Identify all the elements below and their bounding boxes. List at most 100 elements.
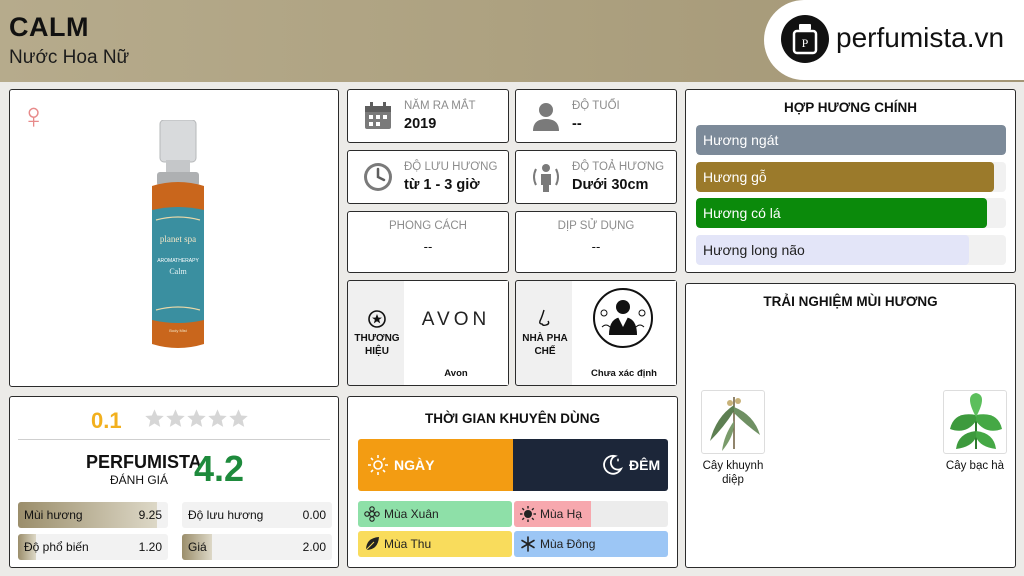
rating-card: 0.1 PERFUMISTA ĐÁNH GIÁ 4.2 Mùi hương 9.2… — [9, 396, 339, 568]
bottle-name-text: Calm — [169, 267, 187, 276]
perfumer-label: NHÀ PHA CHẾ — [522, 333, 568, 357]
night-segment: ĐÊM — [513, 439, 668, 491]
star-icon[interactable] — [144, 408, 165, 429]
user-rating-score: 0.1 — [91, 408, 122, 433]
brand-name: Avon — [444, 368, 468, 379]
user-icon — [530, 100, 562, 132]
mint-icon — [943, 390, 1007, 454]
bottle-brand-text: planet spa — [160, 234, 196, 244]
season-bar: Mùa Đông — [514, 531, 668, 557]
season-bar: Mùa Hạ — [514, 501, 668, 527]
perfumer-name: Chưa xác định — [590, 368, 657, 379]
ingredient-name: Cây bạc hà — [945, 460, 1005, 472]
age-card: ĐỘ TUỔI -- — [515, 89, 677, 143]
release-year-value: 2019 — [404, 116, 437, 132]
style-label: PHONG CÁCH — [389, 220, 467, 232]
perfumista-label: PERFUMISTA — [86, 452, 202, 472]
metric-value: 2.00 — [302, 540, 326, 554]
longevity-label: ĐỘ LƯU HƯƠNG — [404, 161, 498, 173]
site-logo-text: perfumista.vn — [836, 22, 1005, 53]
rating-metric: Độ lưu hương 0.00 — [182, 502, 332, 528]
brand-logo-text: AVON — [421, 309, 491, 330]
site-logo[interactable]: P perfumista.vn — [764, 0, 1024, 80]
ingredient-name: Cây khuynh diệp — [702, 460, 764, 486]
ingredient-eucalyptus[interactable]: Cây khuynh diệp — [693, 390, 773, 487]
accords-title: HỢP HƯƠNG CHÍNH — [784, 100, 917, 115]
rating-metric: Mùi hương 9.25 — [18, 502, 168, 528]
perfumista-sublabel: ĐÁNH GIÁ — [110, 473, 169, 487]
star-icon[interactable] — [165, 408, 186, 429]
star-icon[interactable] — [207, 408, 228, 429]
style-card: PHONG CÁCH -- — [347, 211, 509, 273]
main-accords-card: HỢP HƯƠNG CHÍNH Hương ngát Hương gỗ Hương … — [685, 89, 1016, 273]
age-value: -- — [572, 116, 582, 132]
clock-icon — [362, 161, 394, 193]
accord-bar: Hương ngát — [696, 125, 1006, 155]
season-label: Mùa Hạ — [540, 507, 583, 521]
accord-label: Hương gỗ — [703, 168, 767, 185]
metric-label: Độ lưu hương — [188, 508, 264, 522]
release-year-card: NĂM RA MẮT 2019 — [347, 89, 509, 143]
longevity-card: ĐỘ LƯU HƯƠNG từ 1 - 3 giờ — [347, 150, 509, 204]
season-bar: Mùa Thu — [358, 531, 512, 557]
perfume-title: CALM — [9, 12, 89, 42]
rating-metric: Độ phổ biến 1.20 — [18, 534, 168, 560]
svg-text:P: P — [802, 36, 809, 50]
bottle-type-text: Body Mist — [169, 328, 187, 333]
season-bar: Mùa Xuân — [358, 501, 512, 527]
metric-value: 0.00 — [302, 508, 326, 522]
eucalyptus-icon — [701, 390, 765, 454]
ingredient-mint[interactable]: Cây bạc hà — [935, 390, 1015, 473]
season-label: Mùa Thu — [384, 537, 432, 551]
perfume-subtitle: Nước Hoa Nữ — [9, 47, 130, 68]
metric-value: 9.25 — [138, 508, 162, 522]
nose-icon — [536, 309, 554, 329]
release-year-label: NĂM RA MẮT — [404, 100, 476, 112]
age-label: ĐỘ TUỔI — [572, 100, 620, 112]
snowflake-icon — [520, 536, 536, 552]
perfumer-avatar — [592, 287, 654, 349]
sillage-value: Dưới 30cm — [572, 177, 649, 193]
star-icon[interactable] — [186, 408, 207, 429]
perfume-bottle-image: planet spa AROMATHERAPY Calm Body Mist — [148, 119, 208, 352]
perfumista-score: 4.2 — [194, 448, 245, 489]
perfume-bottle-logo-icon: P — [781, 15, 829, 63]
star-rating[interactable] — [144, 408, 249, 434]
day-night-bar: NGÀY ĐÊM — [358, 439, 668, 491]
perfumer-image-panel: Chưa xác định — [572, 281, 676, 385]
perfumer-card[interactable]: NHÀ PHA CHẾ Chưa xác định — [515, 280, 677, 386]
longevity-value: từ 1 - 3 giờ — [404, 177, 480, 193]
season-label: Mùa Đông — [540, 537, 596, 551]
accord-bar: Hương long não — [696, 234, 1006, 265]
rating-metric: Giá 2.00 — [182, 534, 332, 560]
night-label: ĐÊM — [629, 457, 661, 473]
accord-bar: Hương gỗ — [696, 161, 1006, 192]
accord-label: Hương ngát — [703, 132, 779, 148]
sillage-card: ĐỘ TOẢ HƯƠNG Dưới 30cm — [515, 150, 677, 204]
accord-label: Hương long não — [703, 241, 805, 258]
brand-logo-panel: AVON Avon — [404, 281, 508, 385]
scent-experience-card: TRẢI NGHIỆM MÙI HƯƠNG Cây khuynh diệp Câ… — [685, 283, 1016, 568]
occasion-value: -- — [591, 239, 601, 254]
accord-bar: Hương có lá — [696, 198, 1006, 228]
divider — [18, 439, 330, 440]
day-segment: NGÀY — [358, 439, 513, 491]
usage-title: THỜI GIAN KHUYÊN DÙNG — [424, 411, 601, 426]
metric-label: Độ phổ biến — [24, 540, 89, 554]
sillage-label: ĐỘ TOẢ HƯƠNG — [572, 161, 665, 173]
product-image-card: ♀ planet spa AROMATHERAPY Calm Body Mist — [9, 89, 339, 387]
leaf-icon — [364, 536, 380, 552]
moon-icon — [601, 454, 624, 476]
sun-icon — [368, 455, 388, 475]
brand-card[interactable]: THƯƠNG HIỆU AVON Avon — [347, 280, 509, 386]
brand-label: THƯƠNG HIỆU — [354, 333, 400, 357]
style-value: -- — [423, 239, 433, 254]
calendar-icon — [362, 100, 394, 132]
metric-label: Giá — [188, 540, 207, 554]
metric-value: 1.20 — [138, 540, 162, 554]
bottle-line-text: AROMATHERAPY — [157, 258, 199, 264]
star-icon[interactable] — [228, 408, 249, 429]
header-bar: CALM Nước Hoa Nữ P perfumista.vn — [0, 0, 1024, 82]
occasion-card: DỊP SỬ DỤNG -- — [515, 211, 677, 273]
metric-label: Mùi hương — [24, 508, 83, 522]
